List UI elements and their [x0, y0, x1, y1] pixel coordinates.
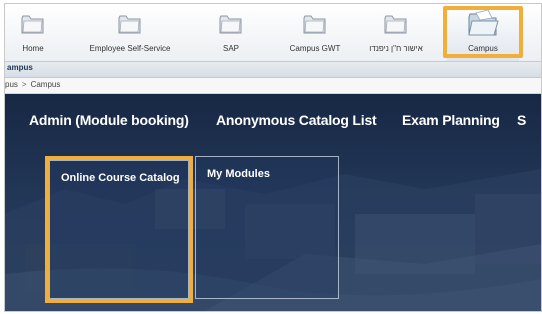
nav-item-campus[interactable]: Campus — [447, 4, 519, 61]
nav-item-home[interactable]: Home — [5, 4, 61, 61]
tile-my-modules[interactable]: My Modules — [195, 156, 339, 299]
nav-item-campus-gwt[interactable]: Campus GWT — [277, 4, 353, 61]
tile-label: Online Course Catalog — [61, 172, 180, 184]
nav-item-label: אישור ח"ן ניפנדו — [369, 44, 423, 53]
nav-item-hebrew-approval[interactable]: אישור ח"ן ניפנדו — [357, 4, 435, 61]
page-title: ampus — [7, 63, 33, 72]
portal-window: Home Employee Self-Service SAP Campus GW… — [4, 3, 542, 312]
open-folder-icon — [468, 9, 499, 36]
tile-online-course-catalog[interactable]: Online Course Catalog — [49, 160, 189, 299]
page-title-bar: ampus — [5, 62, 541, 78]
breadcrumb-item-current[interactable]: Campus — [31, 80, 61, 89]
nav-item-label: SAP — [222, 44, 239, 53]
tab-admin-module-booking[interactable]: Admin (Module booking) — [29, 112, 189, 128]
nav-item-label: Home — [22, 44, 44, 53]
tab-exam-planning[interactable]: Exam Planning — [402, 112, 500, 128]
folder-icon — [303, 15, 326, 34]
tab-anonymous-catalog-list[interactable]: Anonymous Catalog List — [216, 112, 377, 128]
folder-icon — [219, 15, 242, 34]
tab-more[interactable]: S — [517, 112, 526, 128]
nav-item-label: Campus GWT — [289, 44, 341, 53]
top-navigation: Home Employee Self-Service SAP Campus GW… — [5, 4, 541, 62]
nav-item-sap[interactable]: SAP — [205, 4, 257, 61]
folder-icon — [384, 15, 407, 34]
folder-icon — [21, 15, 44, 34]
campus-content: Admin (Module booking) Anonymous Catalog… — [5, 94, 541, 311]
folder-icon — [118, 15, 141, 34]
module-tabs: Admin (Module booking) Anonymous Catalog… — [5, 106, 541, 136]
nav-item-employee-self-service[interactable]: Employee Self-Service — [77, 4, 183, 61]
breadcrumb: pus > Campus — [5, 80, 60, 89]
tile-label: My Modules — [207, 168, 270, 180]
breadcrumb-item[interactable]: pus — [5, 80, 18, 89]
nav-item-label: Employee Self-Service — [89, 44, 171, 53]
breadcrumb-bar: pus > Campus — [5, 78, 541, 94]
nav-item-label: Campus — [468, 44, 498, 53]
breadcrumb-separator: > — [21, 80, 27, 89]
